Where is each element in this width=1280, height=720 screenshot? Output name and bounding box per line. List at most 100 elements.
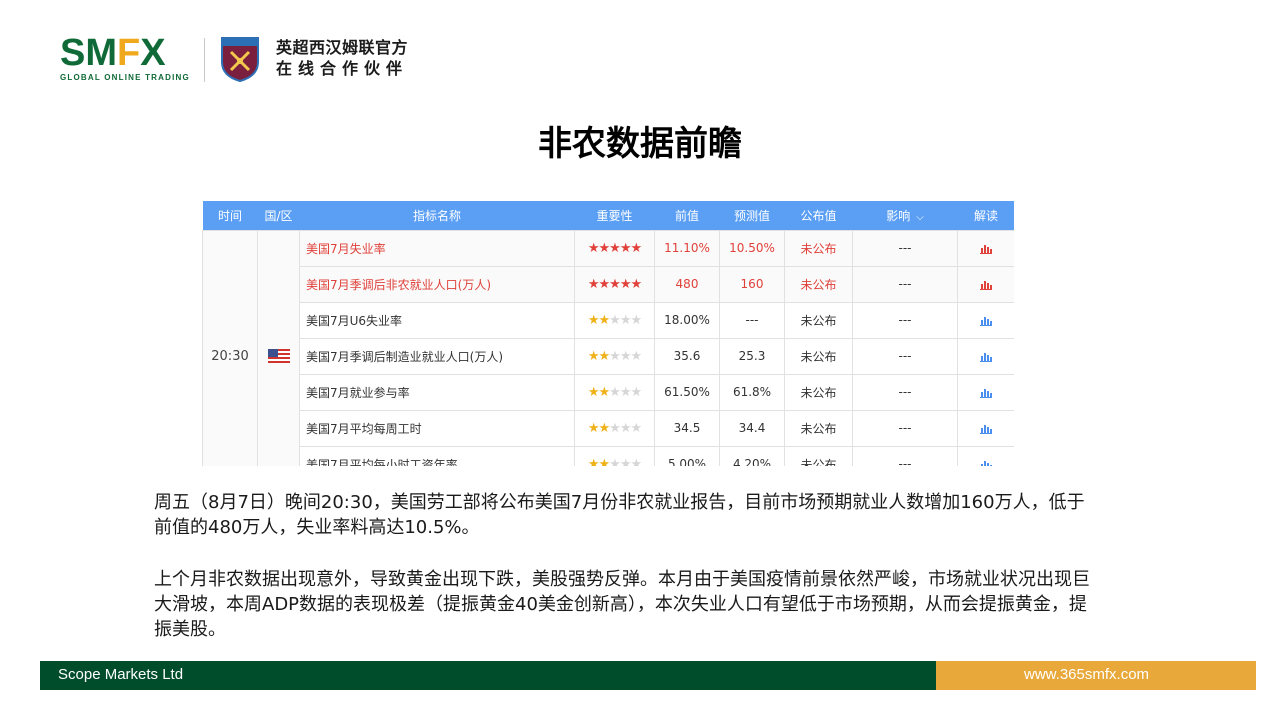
analysis-cell[interactable] (957, 373, 1014, 411)
impact-value: --- (852, 337, 958, 375)
indicator-name[interactable]: 美国7月平均每小时工资年率 (299, 445, 575, 466)
page-title: 非农数据前瞻 (538, 124, 742, 164)
forecast-value: 4.20% (719, 445, 785, 466)
importance-cell: ★★★★★ (574, 373, 655, 411)
analysis-cell[interactable] (957, 265, 1014, 303)
col-time: 时间 (202, 201, 258, 230)
paragraph-1: 周五（8月7日）晚间20:30，美国劳工部将公布美国7月份非农就业报告，目前市场… (154, 492, 1085, 538)
importance-cell: ★★★★★ (574, 265, 655, 303)
star-icon: ★ (619, 456, 632, 467)
col-country: 国/区 (257, 201, 300, 230)
impact-value: --- (852, 265, 958, 303)
col-indicator: 指标名称 (299, 201, 575, 230)
star-icon: ★ (609, 384, 621, 400)
impact-value: --- (852, 445, 958, 466)
time-cell: 20:30 (202, 229, 258, 466)
bar-chart-icon[interactable] (980, 280, 992, 290)
importance-cell: ★★★★★ (574, 409, 655, 447)
star-icon: ★ (609, 456, 621, 467)
partner-text: 英超西汉姆联官方 在线合作伙伴 (276, 38, 408, 80)
analysis-cell[interactable] (957, 445, 1014, 467)
forecast-value: 25.3 (719, 337, 785, 375)
importance-cell: ★★★★★ (574, 301, 655, 339)
bar-chart-icon[interactable] (980, 316, 992, 326)
indicator-name[interactable]: 美国7月U6失业率 (299, 301, 575, 339)
economic-calendar-table: 时间 国/区 指标名称 重要性 前值 预测值 公布值 影响 ⌵ 解读 20:30 美… (202, 201, 1014, 466)
previous-value: 35.6 (654, 337, 720, 375)
star-icon: ★ (598, 384, 611, 400)
forecast-value: 160 (719, 265, 785, 303)
table-row: 美国7月季调后非农就业人口(万人) ★★★★★ 480 160 未公布 --- (203, 265, 1014, 303)
star-icon: ★ (619, 312, 632, 328)
importance-cell: ★★★★★ (574, 445, 655, 467)
star-icon: ★ (598, 312, 611, 328)
col-importance: 重要性 (574, 201, 655, 230)
indicator-name[interactable]: 美国7月季调后制造业就业人口(万人) (299, 337, 575, 375)
star-icon: ★ (598, 420, 611, 436)
chevron-down-icon[interactable]: ⌵ (916, 212, 924, 223)
star-icon: ★ (619, 420, 632, 436)
star-icon: ★ (619, 240, 632, 256)
smfx-logo: SMFX GLOBAL ONLINE TRADING (60, 34, 190, 82)
bar-chart-icon[interactable] (980, 244, 992, 254)
partner-line-2: 在线合作伙伴 (276, 59, 409, 78)
previous-value: 5.00% (654, 445, 720, 466)
importance-cell: ★★★★★ (574, 337, 655, 375)
us-flag-icon (267, 349, 290, 364)
footer-website-bar: www.365smfx.com (936, 661, 1256, 690)
paragraph-2: 上个月非农数据出现意外，导致黄金出现下跌，美股强势反弹。本月由于美国疫情前景依然… (154, 569, 1090, 640)
forecast-value: --- (719, 301, 785, 339)
impact-value: --- (852, 301, 958, 339)
table-row: 20:30 美国7月失业率 ★★★★★ 11.10% 10.50% 未公布 --- (202, 229, 1014, 466)
star-icon: ★ (630, 276, 642, 292)
forecast-value: 34.4 (719, 409, 785, 447)
star-icon: ★ (598, 348, 611, 364)
footer-company-bar: Scope Markets Ltd (40, 661, 936, 690)
impact-value: --- (852, 229, 958, 267)
bar-chart-icon[interactable] (980, 352, 992, 362)
forecast-value: 10.50% (719, 229, 785, 267)
star-icon: ★ (619, 384, 632, 400)
actual-value: 未公布 (784, 373, 853, 411)
star-icon: ★ (609, 420, 621, 436)
west-ham-crest-icon (221, 37, 259, 82)
analysis-cell[interactable] (957, 229, 1014, 267)
bar-chart-icon[interactable] (980, 388, 992, 398)
col-analysis: 解读 (957, 201, 1014, 230)
bar-chart-icon[interactable] (980, 460, 992, 467)
indicator-name[interactable]: 美国7月就业参与率 (299, 373, 575, 411)
indicator-name[interactable]: 美国7月平均每周工时 (299, 409, 575, 447)
star-icon: ★ (630, 420, 642, 436)
star-icon: ★ (587, 420, 600, 436)
table-header-row: 时间 国/区 指标名称 重要性 前值 预测值 公布值 影响 ⌵ 解读 (202, 201, 1014, 230)
actual-value: 未公布 (784, 265, 853, 303)
previous-value: 61.50% (654, 373, 720, 411)
star-icon: ★ (609, 348, 621, 364)
previous-value: 18.00% (654, 301, 720, 339)
col-impact[interactable]: 影响 ⌵ (852, 201, 958, 230)
col-actual: 公布值 (784, 201, 853, 230)
analysis-cell[interactable] (957, 301, 1014, 339)
forecast-value: 61.8% (719, 373, 785, 411)
star-icon: ★ (598, 240, 611, 256)
star-icon: ★ (587, 276, 600, 292)
actual-value: 未公布 (784, 409, 853, 447)
table-row: 美国7月平均每周工时 ★★★★★ 34.5 34.4 未公布 --- (203, 409, 1014, 447)
actual-value: 未公布 (784, 445, 853, 466)
indicator-name[interactable]: 美国7月季调后非农就业人口(万人) (299, 265, 575, 303)
table-row: 美国7月季调后制造业就业人口(万人) ★★★★★ 35.6 25.3 未公布 --- (203, 337, 1014, 375)
analysis-cell[interactable] (957, 337, 1014, 375)
star-icon: ★ (587, 456, 600, 467)
bar-chart-icon[interactable] (980, 424, 992, 434)
country-cell (257, 229, 300, 466)
impact-value: --- (852, 409, 958, 447)
star-icon: ★ (609, 240, 621, 256)
analysis-cell[interactable] (957, 409, 1014, 447)
star-icon: ★ (587, 384, 600, 400)
indicator-name[interactable]: 美国7月失业率 (299, 229, 575, 267)
star-icon: ★ (630, 312, 642, 328)
importance-cell: ★★★★★ (574, 229, 655, 267)
star-icon: ★ (630, 456, 642, 467)
footer-website[interactable]: www.365smfx.com (1024, 666, 1149, 683)
star-icon: ★ (609, 276, 621, 292)
